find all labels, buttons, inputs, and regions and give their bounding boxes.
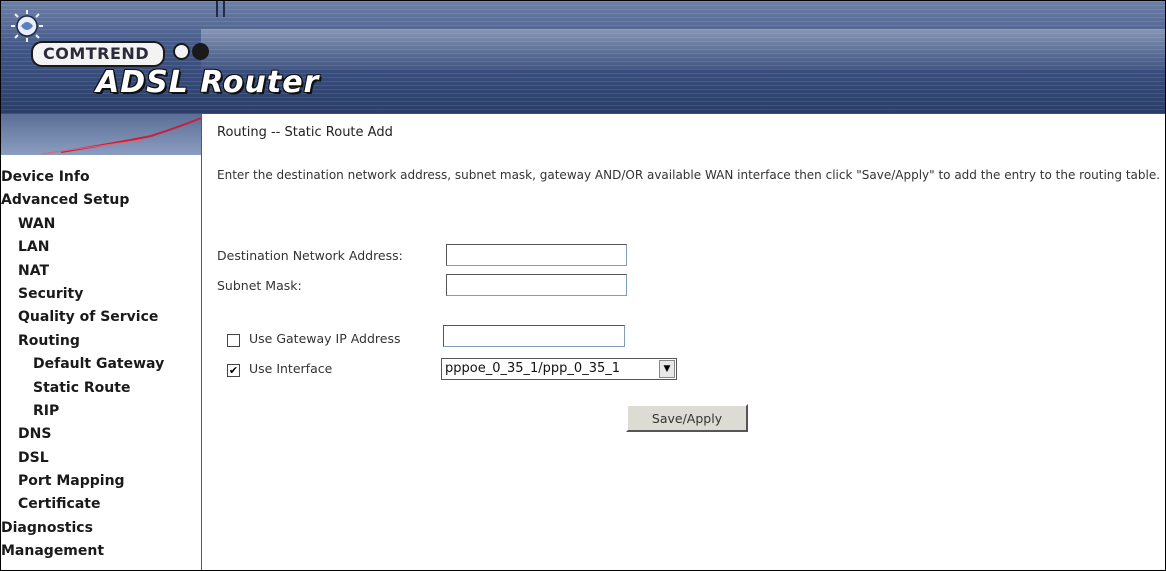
sidebar: Device Info Advanced Setup WAN LAN NAT Securi… xyxy=(1,155,201,570)
chevron-down-icon[interactable]: ▼ xyxy=(659,360,675,378)
sidebar-item-static-route[interactable]: Static Route xyxy=(1,380,201,403)
sidebar-item-port-mapping[interactable]: Port Mapping xyxy=(1,473,201,496)
sidebar-item-certificate[interactable]: Certificate xyxy=(1,496,201,519)
use-gateway-label: Use Gateway IP Address xyxy=(249,331,401,346)
page-title: Routing -- Static Route Add xyxy=(217,125,393,140)
interface-select[interactable]: pppoe_0_35_1/ppp_0_35_1 ▼ xyxy=(441,358,677,380)
sidebar-item-rip[interactable]: RIP xyxy=(1,403,201,426)
interface-selected-value: pppoe_0_35_1/ppp_0_35_1 xyxy=(445,361,621,376)
sidebar-nav: Device Info Advanced Setup WAN LAN NAT Securi… xyxy=(1,169,201,567)
sidebar-item-dsl[interactable]: DSL xyxy=(1,450,201,473)
use-interface-checkbox[interactable]: ✔ xyxy=(227,364,240,377)
sidebar-item-advanced-setup[interactable]: Advanced Setup xyxy=(1,192,201,215)
sidebar-item-quality-of-service[interactable]: Quality of Service xyxy=(1,309,201,332)
sidebar-item-routing[interactable]: Routing xyxy=(1,333,201,356)
subnet-mask-input[interactable] xyxy=(446,274,627,296)
gateway-ip-input[interactable] xyxy=(443,325,625,347)
sidebar-header-graphic xyxy=(1,114,201,155)
banner-divider xyxy=(216,1,218,17)
sidebar-divider xyxy=(201,114,202,570)
sidebar-item-device-info[interactable]: Device Info xyxy=(1,169,201,192)
product-title: ADSL Router xyxy=(96,65,320,100)
sidebar-item-management[interactable]: Management xyxy=(1,543,201,566)
router-page: COMTREND ADSL Router Device Info Advanced… xyxy=(0,0,1166,571)
sidebar-item-diagnostics[interactable]: Diagnostics xyxy=(1,520,201,543)
brand-dots xyxy=(173,43,211,62)
sidebar-item-security[interactable]: Security xyxy=(1,286,201,309)
sidebar-item-dns[interactable]: DNS xyxy=(1,426,201,449)
sidebar-item-wan[interactable]: WAN xyxy=(1,216,201,239)
main-content: Routing -- Static Route Add Enter the de… xyxy=(217,114,1165,570)
banner-divider xyxy=(223,1,225,17)
banner-sheen xyxy=(201,29,1165,69)
subnet-mask-label: Subnet Mask: xyxy=(217,278,302,293)
page-description: Enter the destination network address, s… xyxy=(217,168,1161,182)
comtrend-logo-icon xyxy=(11,10,43,42)
destination-network-input[interactable] xyxy=(446,244,627,266)
destination-label: Destination Network Address: xyxy=(217,248,403,263)
sidebar-item-lan[interactable]: LAN xyxy=(1,239,201,262)
sidebar-item-nat[interactable]: NAT xyxy=(1,263,201,286)
brand-logo: COMTREND xyxy=(31,41,166,67)
save-apply-button[interactable]: Save/Apply xyxy=(626,404,748,432)
header-banner: COMTREND ADSL Router xyxy=(1,1,1165,114)
sidebar-item-default-gateway[interactable]: Default Gateway xyxy=(1,356,201,379)
use-interface-label: Use Interface xyxy=(249,361,333,376)
use-gateway-checkbox[interactable] xyxy=(227,334,240,347)
